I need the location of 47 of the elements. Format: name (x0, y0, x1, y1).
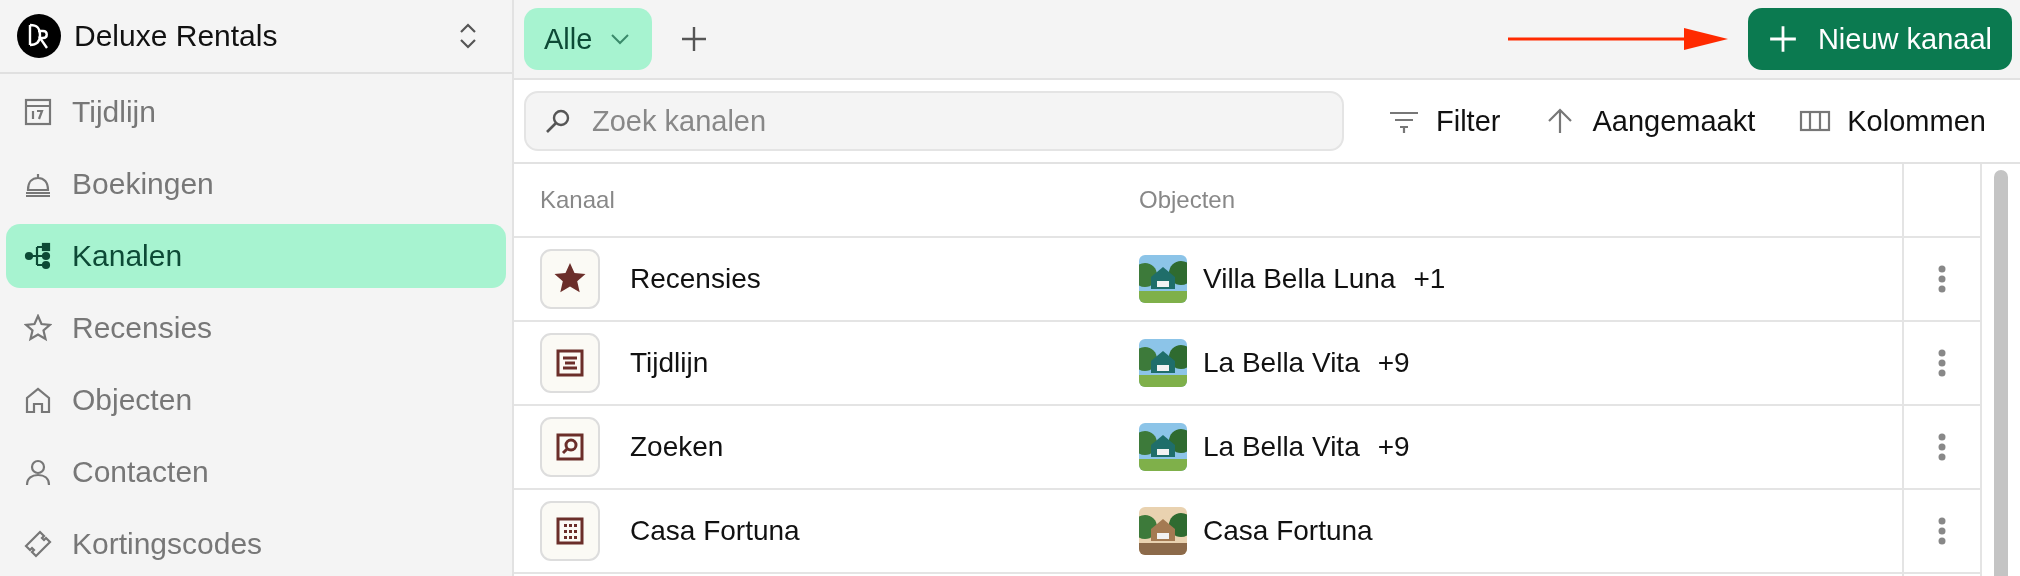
object-name: La Bella Vita (1203, 431, 1360, 463)
toolbar-button[interactable]: Filter (1388, 104, 1501, 138)
search-field[interactable]: Zoek kanalen (524, 91, 1344, 151)
branch-icon (24, 242, 52, 270)
person-icon (24, 458, 52, 486)
channel-name: Zoeken (630, 431, 724, 463)
new-channel-button[interactable]: Nieuw kanaal (1747, 8, 2012, 70)
column-header[interactable]: Kanaal (540, 186, 615, 214)
channel-name: Tijdlijn (630, 347, 709, 379)
object-name: La Bella Vita (1203, 347, 1360, 379)
add-icon[interactable] (680, 25, 709, 53)
plus-icon (1767, 24, 1798, 54)
sidebar-item[interactable]: Objecten (6, 368, 506, 432)
list-icon (540, 333, 600, 393)
sidebar-item[interactable]: Contacten (6, 440, 506, 504)
more-icon[interactable] (1937, 432, 1947, 462)
sidebar-item[interactable]: Kanalen (6, 224, 506, 288)
view-tab[interactable]: Alle (524, 8, 653, 70)
chevron-updown-icon[interactable] (458, 21, 478, 51)
more-count: +9 (1377, 347, 1410, 379)
ticket-icon (24, 530, 52, 558)
search-icon (544, 107, 572, 135)
sidebar-item[interactable]: Recensies (6, 296, 506, 360)
toolbar-button[interactable]: Kolommen (1799, 104, 1986, 138)
sidebar-item[interactable]: Kortingscodes (6, 512, 506, 576)
more-icon[interactable] (1937, 348, 1947, 378)
column-header[interactable]: Objecten (1139, 186, 1236, 214)
search-icon (540, 417, 600, 477)
more-count: +1 (1413, 263, 1446, 295)
home-icon (24, 386, 52, 414)
object-name: Casa Fortuna (1203, 515, 1373, 547)
scrollbar-thumb[interactable] (1994, 170, 2008, 576)
channel-name: Casa Fortuna (630, 515, 800, 547)
calendar-icon (24, 98, 52, 126)
sidebar-item[interactable]: Tijdlijn (6, 80, 506, 144)
more-icon[interactable] (1937, 264, 1947, 294)
channel-name: Recensies (630, 263, 761, 295)
logo-icon (16, 13, 62, 59)
workspace-name: Deluxe Rentals (74, 19, 279, 53)
toolbar-button[interactable]: Aangemaakt (1544, 104, 1756, 138)
sidebar-item[interactable]: Boekingen (6, 152, 506, 216)
object-name: Villa Bella Luna (1203, 263, 1396, 295)
more-count: +9 (1377, 431, 1410, 463)
grid-icon (540, 501, 600, 561)
more-icon[interactable] (1937, 516, 1947, 546)
chevron-down-icon[interactable] (610, 33, 631, 45)
star-icon (24, 314, 52, 342)
